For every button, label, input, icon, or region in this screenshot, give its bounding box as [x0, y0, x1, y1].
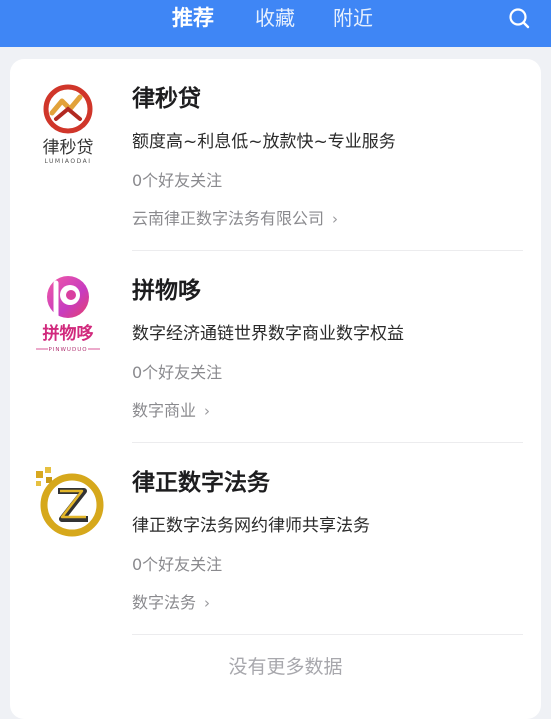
- item-category-link[interactable]: 数字商业 ›: [132, 397, 210, 421]
- list-item[interactable]: 律正数字法务 律正数字法务网约律师共享法务 0个好友关注 数字法务 ›: [10, 443, 541, 635]
- divider: [132, 634, 523, 635]
- svg-text:律秒贷: 律秒贷: [43, 138, 94, 158]
- chevron-right-icon: ›: [204, 594, 211, 612]
- category-label: 数字法务: [132, 593, 197, 612]
- item-description: 额度高~利息低~放款快~专业服务: [132, 132, 396, 152]
- pinwuduo-logo: 拼物哆 PINWUDUO: [30, 271, 106, 357]
- list-item[interactable]: 拼物哆 PINWUDUO 拼物哆 数字经济通链世界数字商业数字权益 0个好友关注…: [10, 251, 541, 443]
- item-name: 律秒贷: [132, 86, 201, 112]
- item-description: 律正数字法务网约律师共享法务: [132, 516, 370, 536]
- svg-text:PINWUDUO: PINWUDUO: [48, 347, 87, 353]
- item-category-link[interactable]: 数字法务 ›: [132, 589, 210, 613]
- item-friends-count: 0个好友关注: [132, 171, 223, 190]
- list-item[interactable]: 律秒贷 LUMIAODAI 律秒贷 额度高~利息低~放款快~专业服务 0个好友关…: [10, 59, 541, 251]
- tab-favorites[interactable]: 收藏: [255, 0, 295, 36]
- item-name: 律正数字法务: [132, 470, 270, 496]
- no-more-data-label: 没有更多数据: [228, 656, 343, 678]
- item-name: 拼物哆: [132, 278, 201, 304]
- item-friends-count: 0个好友关注: [132, 555, 223, 574]
- lvzheng-logo: [30, 463, 106, 549]
- lumiaodai-logo: 律秒贷 LUMIAODAI: [30, 79, 106, 165]
- tab-nearby[interactable]: 附近: [333, 0, 373, 36]
- svg-text:LUMIAODAI: LUMIAODAI: [45, 158, 92, 165]
- tab-recommend[interactable]: 推荐: [172, 0, 214, 36]
- item-company-link[interactable]: 云南律正数字法务有限公司 ›: [132, 205, 338, 229]
- chevron-right-icon: ›: [332, 210, 339, 228]
- mini-program-list: 律秒贷 LUMIAODAI 律秒贷 额度高~利息低~放款快~专业服务 0个好友关…: [10, 59, 541, 719]
- top-nav-bar: 推荐 收藏 附近: [0, 0, 551, 47]
- category-label: 数字商业: [132, 401, 197, 420]
- item-friends-count: 0个好友关注: [132, 363, 223, 382]
- item-description: 数字经济通链世界数字商业数字权益: [132, 324, 404, 344]
- search-button[interactable]: [505, 5, 535, 33]
- chevron-right-icon: ›: [204, 402, 211, 420]
- company-label: 云南律正数字法务有限公司: [132, 209, 325, 228]
- search-icon: [509, 8, 530, 29]
- svg-text:拼物哆: 拼物哆: [43, 323, 94, 344]
